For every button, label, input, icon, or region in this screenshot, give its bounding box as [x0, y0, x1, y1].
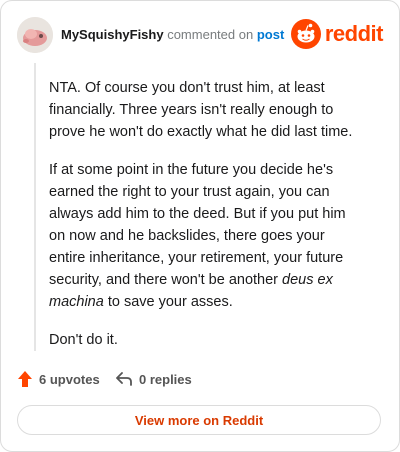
- upvotes-count: 6 upvotes: [39, 371, 100, 387]
- thread-line: [34, 63, 36, 351]
- reddit-wordmark: reddit: [324, 21, 384, 46]
- comment-text: to save your asses.: [103, 294, 233, 310]
- replies-stat[interactable]: 0 replies: [115, 367, 192, 391]
- action-text: commented on: [167, 27, 254, 42]
- view-more-on-reddit-button[interactable]: View more on Reddit: [17, 405, 381, 435]
- upvotes-stat[interactable]: 6 upvotes: [17, 367, 100, 391]
- comment-paragraph: If at some point in the future you decid…: [49, 159, 359, 313]
- upvote-arrow-icon: [18, 371, 32, 387]
- reply-arrow-icon: [116, 372, 132, 386]
- embedded-comment-card: MySquishyFishy commented on post reddit …: [0, 0, 400, 452]
- comment-byline: MySquishyFishy commented on post: [61, 27, 284, 43]
- reddit-logo[interactable]: reddit: [290, 19, 384, 49]
- comment-paragraph: Don't do it.: [49, 332, 118, 348]
- replies-count: 0 replies: [139, 371, 192, 387]
- reddit-snoo-icon: [290, 19, 321, 49]
- author-name[interactable]: MySquishyFishy: [61, 27, 164, 42]
- comment-header: MySquishyFishy commented on post reddit: [17, 17, 384, 53]
- user-avatar[interactable]: [17, 17, 53, 53]
- comment-paragraph: NTA. Of course you don't trust him, at l…: [49, 80, 353, 140]
- comment-footer: 6 upvotes 0 replies: [17, 367, 377, 391]
- comment-text: If at some point in the future you decid…: [49, 162, 346, 288]
- comment-body: NTA. Of course you don't trust him, at l…: [49, 77, 359, 367]
- post-link[interactable]: post: [257, 27, 284, 42]
